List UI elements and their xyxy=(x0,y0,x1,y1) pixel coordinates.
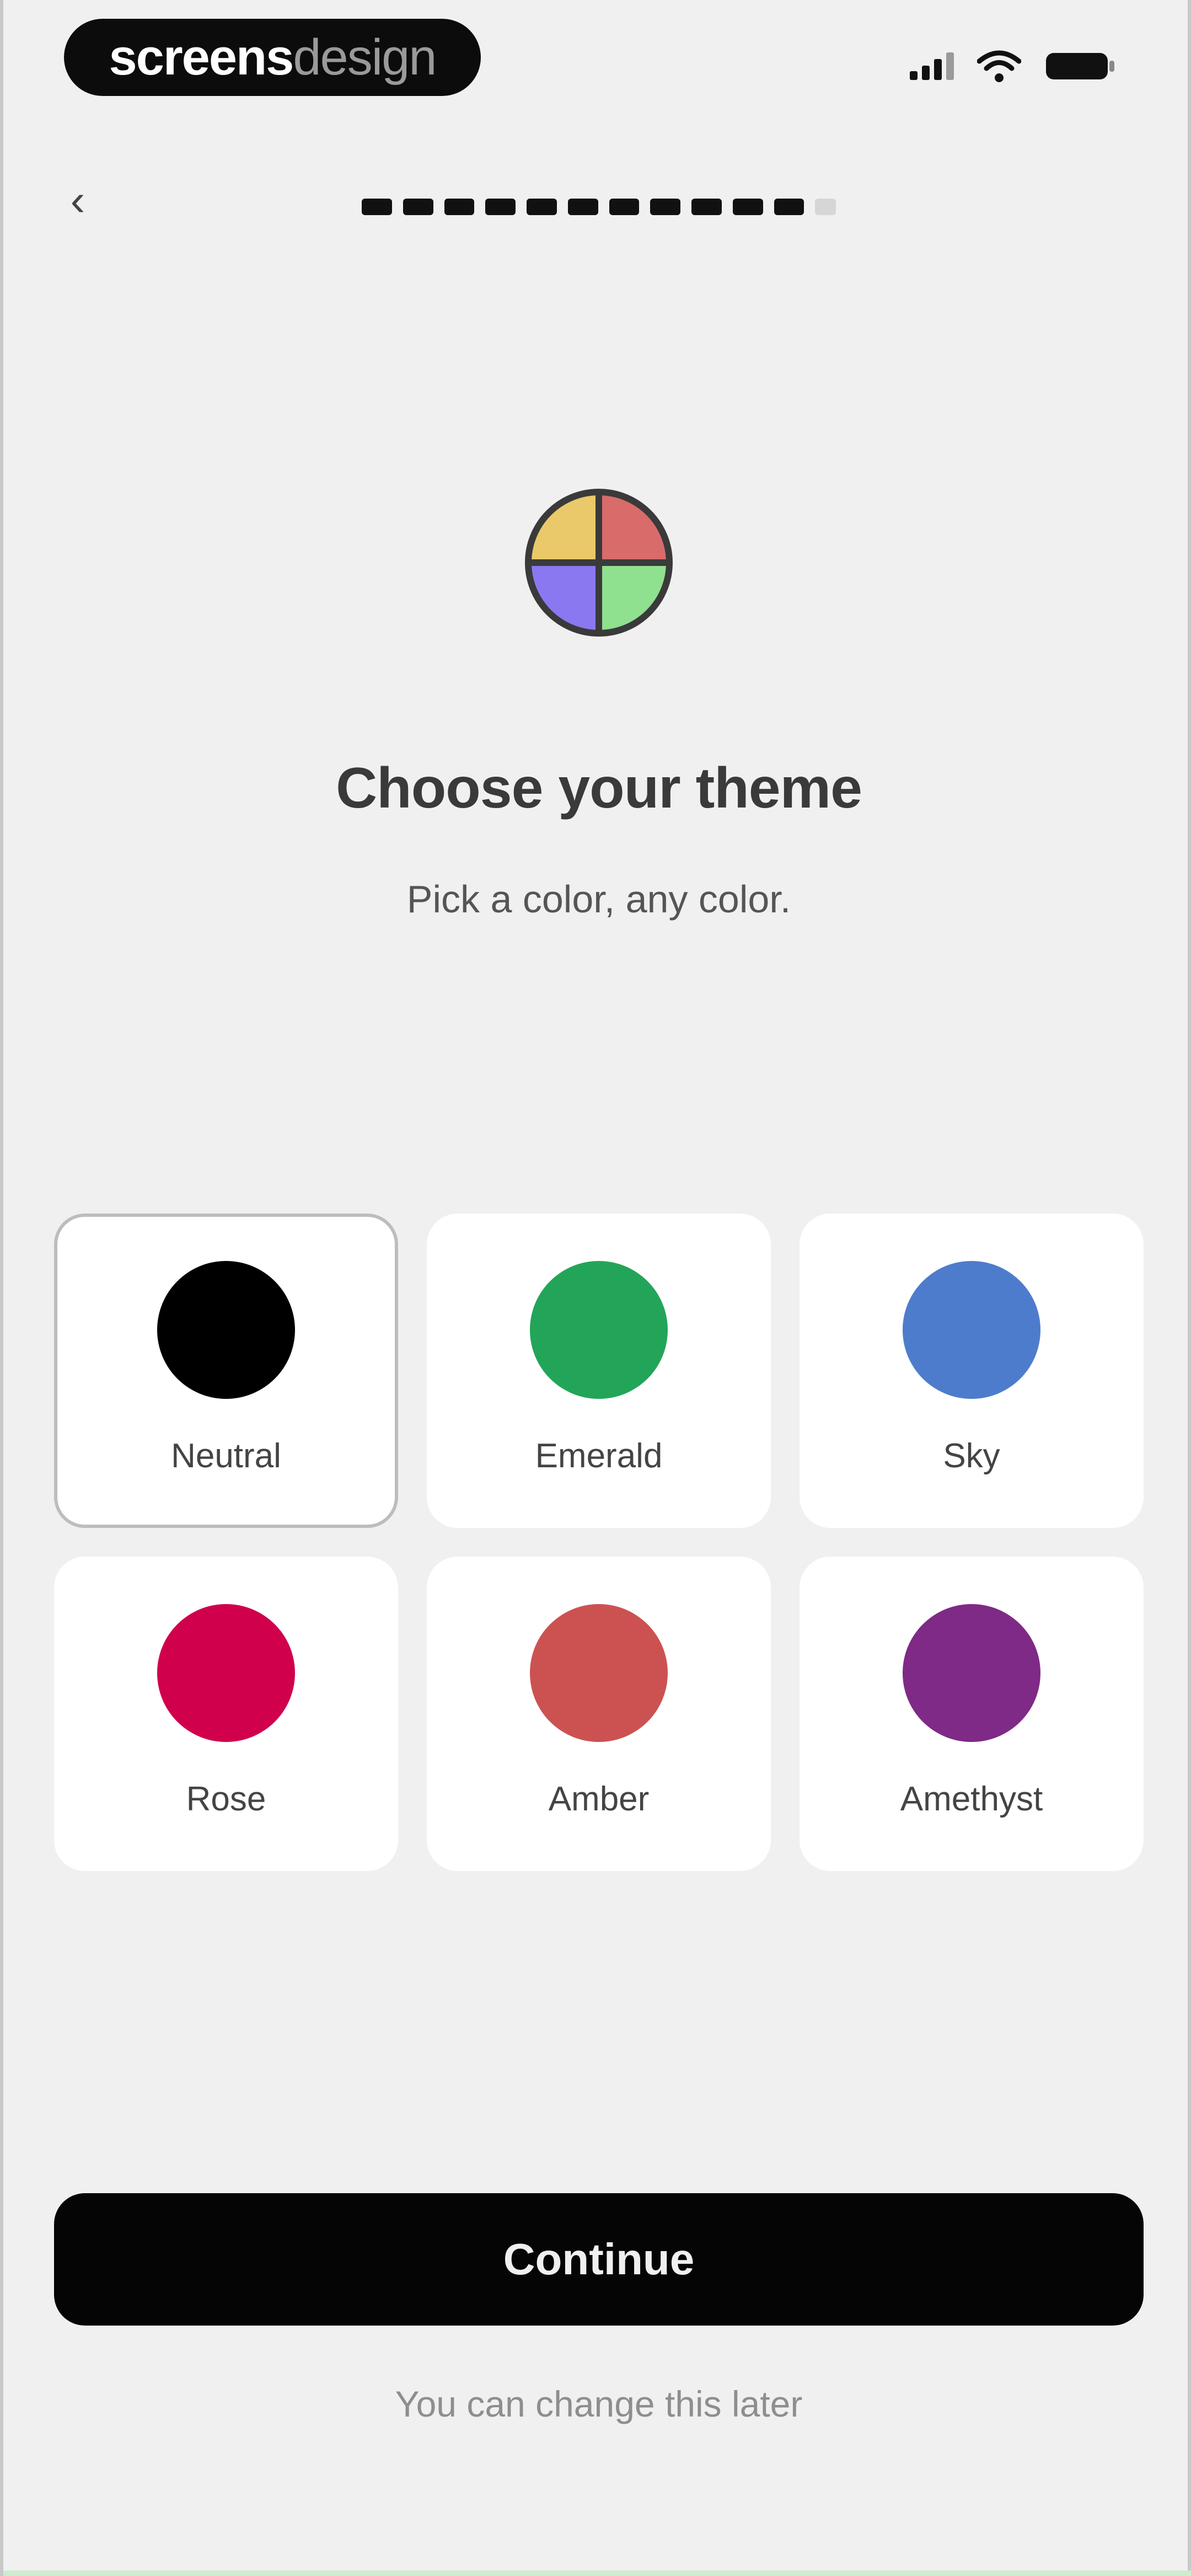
progress-step-complete xyxy=(485,199,516,215)
color-swatch xyxy=(530,1261,668,1399)
color-swatch xyxy=(157,1261,295,1399)
color-swatch xyxy=(903,1261,1040,1399)
progress-step-complete xyxy=(444,199,475,215)
theme-option-label: Amethyst xyxy=(900,1780,1043,1818)
theme-option-amethyst[interactable]: Amethyst xyxy=(800,1557,1144,1871)
progress-step-complete xyxy=(403,199,433,215)
progress-step-complete xyxy=(567,199,598,215)
page-title: Choose your theme xyxy=(336,756,862,820)
theme-option-label: Rose xyxy=(186,1780,266,1818)
color-swatch xyxy=(903,1604,1040,1742)
theme-option-emerald[interactable]: Emerald xyxy=(427,1214,771,1528)
cellular-signal-icon xyxy=(910,52,954,80)
theme-option-label: Sky xyxy=(943,1437,1000,1475)
progress-step-complete xyxy=(609,199,640,215)
theme-option-sky[interactable]: Sky xyxy=(800,1214,1144,1528)
theme-option-amber[interactable]: Amber xyxy=(427,1557,771,1871)
progress-step-complete xyxy=(527,199,557,215)
brand-logo-light: design xyxy=(293,29,437,85)
back-button[interactable]: ‹ xyxy=(53,175,103,225)
wifi-icon xyxy=(977,49,1021,83)
theme-option-label: Neutral xyxy=(171,1437,281,1475)
color-wheel-icon xyxy=(522,485,676,640)
progress-step-pending xyxy=(815,199,836,215)
brand-logo-strong: screens xyxy=(109,29,294,85)
color-swatch xyxy=(157,1604,295,1742)
theme-option-label: Emerald xyxy=(535,1437,663,1475)
page-subtitle: Pick a color, any color. xyxy=(406,878,791,921)
brand-logo: screens design xyxy=(64,19,481,96)
color-swatch xyxy=(530,1604,668,1742)
theme-grid: Neutral Emerald Sky Rose Amber Amethyst xyxy=(54,1214,1144,1871)
bottom-edge xyxy=(3,2570,1191,2576)
theme-option-rose[interactable]: Rose xyxy=(54,1557,398,1871)
onboarding-screen: screens design ‹ Choose your theme Pick … xyxy=(0,0,1191,2576)
status-icons xyxy=(910,44,1116,88)
theme-option-label: Amber xyxy=(548,1780,650,1818)
progress-step-complete xyxy=(774,199,804,215)
chevron-left-icon: ‹ xyxy=(70,175,85,225)
progress-step-complete xyxy=(691,199,722,215)
onboarding-progress-bar xyxy=(362,199,836,215)
theme-option-neutral[interactable]: Neutral xyxy=(54,1214,398,1528)
progress-step-complete xyxy=(732,199,763,215)
progress-step-complete xyxy=(650,199,680,215)
progress-step-complete xyxy=(362,199,392,215)
change-later-hint: You can change this later xyxy=(395,2383,803,2424)
battery-icon xyxy=(1044,50,1116,83)
continue-button[interactable]: Continue xyxy=(54,2193,1144,2326)
